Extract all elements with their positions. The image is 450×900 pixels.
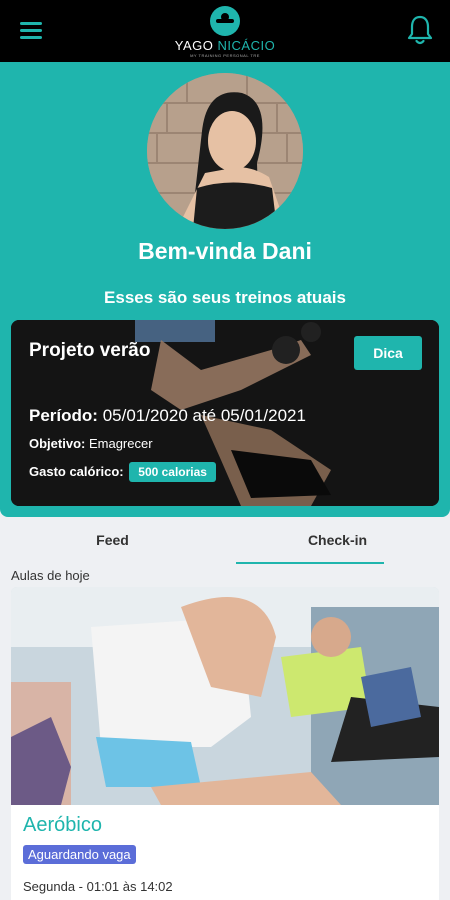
workout-calories: Gasto calórico: 500 calorias (29, 462, 216, 482)
class-name: Aeróbico (23, 814, 102, 836)
class-card[interactable]: Aeróbico Aguardando vaga Segunda - 01:01… (11, 587, 439, 900)
brand-logo: YAGO NICÁCIO MY TRAINING PERSONAL TRE (168, 6, 282, 58)
section-title-today-classes: Aulas de hoje (11, 568, 90, 583)
avatar[interactable] (147, 73, 303, 229)
workout-period: Período: 05/01/2020 até 05/01/2021 (29, 406, 306, 425)
logo-text: YAGO NICÁCIO (174, 38, 276, 53)
workout-title: Projeto verão (29, 340, 151, 361)
workout-objective: Objetivo: Emagrecer (29, 436, 153, 451)
logo-tagline: MY TRAINING PERSONAL TRE (190, 53, 260, 58)
status-badge: Aguardando vaga (23, 845, 136, 864)
tab-check-in[interactable]: Check-in (225, 517, 450, 565)
class-image (11, 587, 439, 805)
calories-badge: 500 calorias (129, 462, 216, 482)
workout-card[interactable]: Projeto verão Dica Período: 05/01/2020 a… (11, 320, 439, 506)
welcome-heading: Bem-vinda Dani (138, 238, 312, 264)
dumbbell-logo-icon (210, 6, 240, 36)
workouts-subtitle: Esses são seus treinos atuais (104, 288, 346, 307)
profile-hero: Bem-vinda Dani Esses são seus treinos at… (0, 62, 450, 517)
tab-feed[interactable]: Feed (0, 517, 225, 565)
bell-icon[interactable] (405, 14, 435, 46)
tab-bar: Feed Check-in (0, 517, 450, 565)
top-app-bar: YAGO NICÁCIO MY TRAINING PERSONAL TRE (0, 0, 450, 62)
active-tab-indicator (236, 562, 384, 564)
class-schedule: Segunda - 01:01 às 14:02 (23, 879, 173, 894)
tip-button[interactable]: Dica (354, 336, 422, 370)
hamburger-menu-icon[interactable] (20, 22, 42, 40)
